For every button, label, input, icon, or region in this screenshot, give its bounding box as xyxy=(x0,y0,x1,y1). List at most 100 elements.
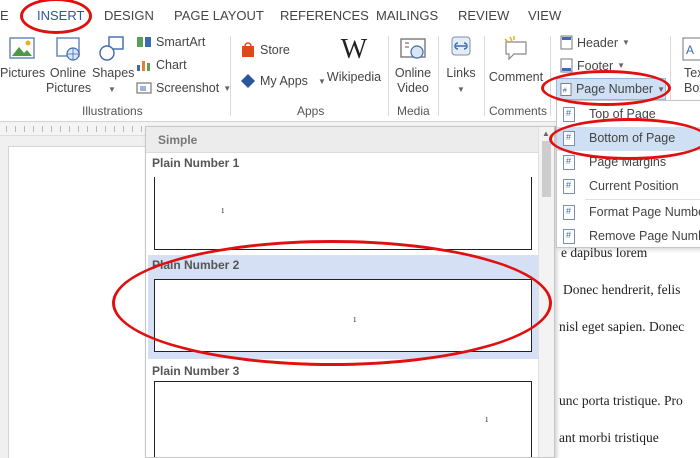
screenshot-label: Screenshot xyxy=(156,81,220,95)
menu-item-format-page-numbers[interactable]: Format Page Numbers... xyxy=(557,201,700,225)
wikipedia-button[interactable]: W Wikipedia xyxy=(326,34,382,85)
store-button[interactable]: Store xyxy=(240,42,290,58)
store-icon xyxy=(242,42,254,57)
header-icon xyxy=(560,35,573,50)
page-number-icon xyxy=(563,107,575,122)
group-label-apps: Apps xyxy=(297,104,325,118)
pictures-button[interactable]: Pictures xyxy=(0,34,46,81)
menu-item-label: Format Page Numbers... xyxy=(589,205,700,219)
ribbon-tab-bar: E INSERT DESIGN PAGE LAYOUT REFERENCES M… xyxy=(0,0,700,30)
link-icon xyxy=(451,36,471,56)
header-label: Header xyxy=(577,35,618,50)
page-number-icon: # xyxy=(560,82,572,96)
menu-item-label: Current Position xyxy=(589,179,679,193)
tab-mailings[interactable]: MAILINGS xyxy=(376,8,438,23)
wikipedia-icon: W xyxy=(340,34,368,65)
gallery-thumbnail: 1 xyxy=(154,177,532,250)
wikipedia-label: Wikipedia xyxy=(326,70,382,84)
document-line: ant morbi tristique xyxy=(559,430,659,445)
smartart-label: SmartArt xyxy=(156,35,206,49)
chevron-down-icon: ▼ xyxy=(622,38,630,47)
comment-label: Comment xyxy=(488,70,544,84)
my-apps-button[interactable]: My Apps ▼ xyxy=(240,73,326,89)
menu-separator xyxy=(585,199,700,200)
gallery-item-label: Plain Number 1 xyxy=(152,156,240,170)
page-number-preview: 1 xyxy=(221,207,225,215)
page-number-icon xyxy=(563,155,575,170)
text-box-icon: A xyxy=(682,37,700,61)
chart-icon xyxy=(137,61,150,71)
smartart-button[interactable]: SmartArt xyxy=(136,35,205,49)
scrollbar-thumb[interactable] xyxy=(542,141,551,197)
gallery-item-plain-number-1[interactable]: Plain Number 1 1 xyxy=(148,153,538,253)
my-apps-icon xyxy=(241,74,255,88)
online-pictures-label: Online Pictures xyxy=(46,66,92,95)
shapes-label: Shapes xyxy=(92,66,135,80)
scroll-up-icon[interactable]: ▲ xyxy=(542,129,550,138)
group-divider xyxy=(484,36,485,116)
store-label: Store xyxy=(260,43,290,57)
tab-view[interactable]: VIEW xyxy=(528,8,561,23)
document-line: nisl eget sapien. Donec xyxy=(559,319,685,334)
page-number-gallery: Simple Plain Number 1 1 Plain Number 2 1… xyxy=(145,126,555,458)
text-box-button[interactable]: A Text Box xyxy=(674,34,700,96)
text-box-label: Text Box xyxy=(684,66,700,95)
menu-item-page-margins[interactable]: Page Margins xyxy=(557,151,700,175)
chart-button[interactable]: Chart xyxy=(136,58,187,72)
chevron-down-icon: ▼ xyxy=(108,85,116,94)
screenshot-icon xyxy=(136,82,152,94)
document-line: Donec hendrerit, felis xyxy=(563,282,681,297)
page-number-button[interactable]: # Page Number ▼ xyxy=(556,78,666,100)
page-number-preview: 1 xyxy=(353,316,357,324)
online-video-button[interactable]: Online Video xyxy=(392,34,434,96)
tab-page-layout[interactable]: PAGE LAYOUT xyxy=(174,8,264,23)
tab-design[interactable]: DESIGN xyxy=(104,8,154,23)
gallery-section-header: Simple xyxy=(146,127,538,153)
remove-icon xyxy=(563,229,575,244)
online-video-icon xyxy=(400,38,426,59)
gallery-thumbnail: 1 xyxy=(154,381,532,457)
group-divider xyxy=(388,36,389,116)
footer-button[interactable]: Footer ▼ xyxy=(560,58,625,73)
tab-file[interactable]: E xyxy=(0,8,9,23)
gallery-item-plain-number-3[interactable]: Plain Number 3 1 xyxy=(148,361,538,457)
online-pictures-icon xyxy=(56,37,80,61)
footer-icon xyxy=(560,58,573,73)
header-button[interactable]: Header ▼ xyxy=(560,35,630,50)
chevron-down-icon: ▼ xyxy=(317,76,326,86)
screenshot-button[interactable]: Screenshot ▼ xyxy=(136,81,231,95)
svg-text:A: A xyxy=(686,43,694,57)
gallery-item-label: Plain Number 2 xyxy=(152,258,240,272)
menu-item-current-position[interactable]: Current Position xyxy=(557,175,700,199)
group-label-comments: Comments xyxy=(489,104,548,118)
tab-insert[interactable]: INSERT xyxy=(37,8,84,23)
gallery-item-plain-number-2[interactable]: Plain Number 2 1 xyxy=(148,255,538,359)
menu-item-label: Top of Page xyxy=(589,107,656,121)
format-page-numbers-icon xyxy=(563,205,575,220)
comment-button[interactable]: Comment xyxy=(486,34,546,85)
menu-item-label: Remove Page Numbers xyxy=(589,229,700,243)
footer-label: Footer xyxy=(577,58,614,73)
group-label-media: Media xyxy=(397,104,430,118)
gallery-scrollbar[interactable]: ▲ xyxy=(538,127,554,457)
menu-item-remove-page-numbers[interactable]: Remove Page Numbers xyxy=(557,225,700,249)
tab-review[interactable]: REVIEW xyxy=(458,8,509,23)
gallery-thumbnail: 1 xyxy=(154,279,532,352)
group-divider xyxy=(230,36,231,116)
page-number-preview: 1 xyxy=(485,416,489,424)
shapes-button[interactable]: Shapes ▼ xyxy=(92,34,135,97)
page-number-icon xyxy=(563,179,575,194)
tab-references[interactable]: REFERENCES xyxy=(280,8,369,23)
links-label: Links xyxy=(446,66,476,80)
page-number-menu: Top of Page Bottom of Page Page Margins … xyxy=(556,100,700,248)
document-line: unc porta tristique. Pro xyxy=(559,393,683,408)
menu-item-bottom-of-page[interactable]: Bottom of Page xyxy=(557,127,700,151)
chevron-down-icon: ▼ xyxy=(457,85,465,94)
online-video-label: Online Video xyxy=(394,66,432,95)
group-divider xyxy=(438,36,439,116)
gallery-section-title: Simple xyxy=(158,133,198,147)
links-button[interactable]: Links ▼ xyxy=(442,34,480,97)
menu-item-top-of-page[interactable]: Top of Page xyxy=(557,103,700,127)
pictures-label: Pictures xyxy=(0,66,46,80)
online-pictures-button[interactable]: Online Pictures xyxy=(46,34,92,96)
